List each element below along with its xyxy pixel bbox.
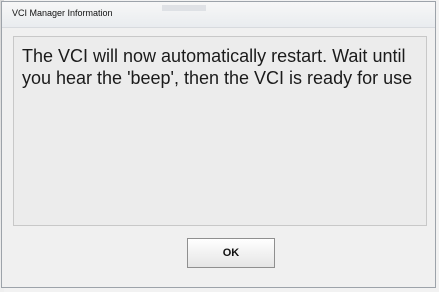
dialog-window: VCI Manager Information The VCI will now…: [1, 1, 436, 288]
title-bar-highlight: [162, 5, 206, 11]
window-title: VCI Manager Information: [12, 8, 113, 18]
dialog-message: The VCI will now automatically restart. …: [22, 46, 413, 88]
title-bar[interactable]: VCI Manager Information: [2, 2, 435, 28]
ok-button[interactable]: OK: [187, 238, 275, 268]
message-panel: The VCI will now automatically restart. …: [13, 36, 427, 226]
